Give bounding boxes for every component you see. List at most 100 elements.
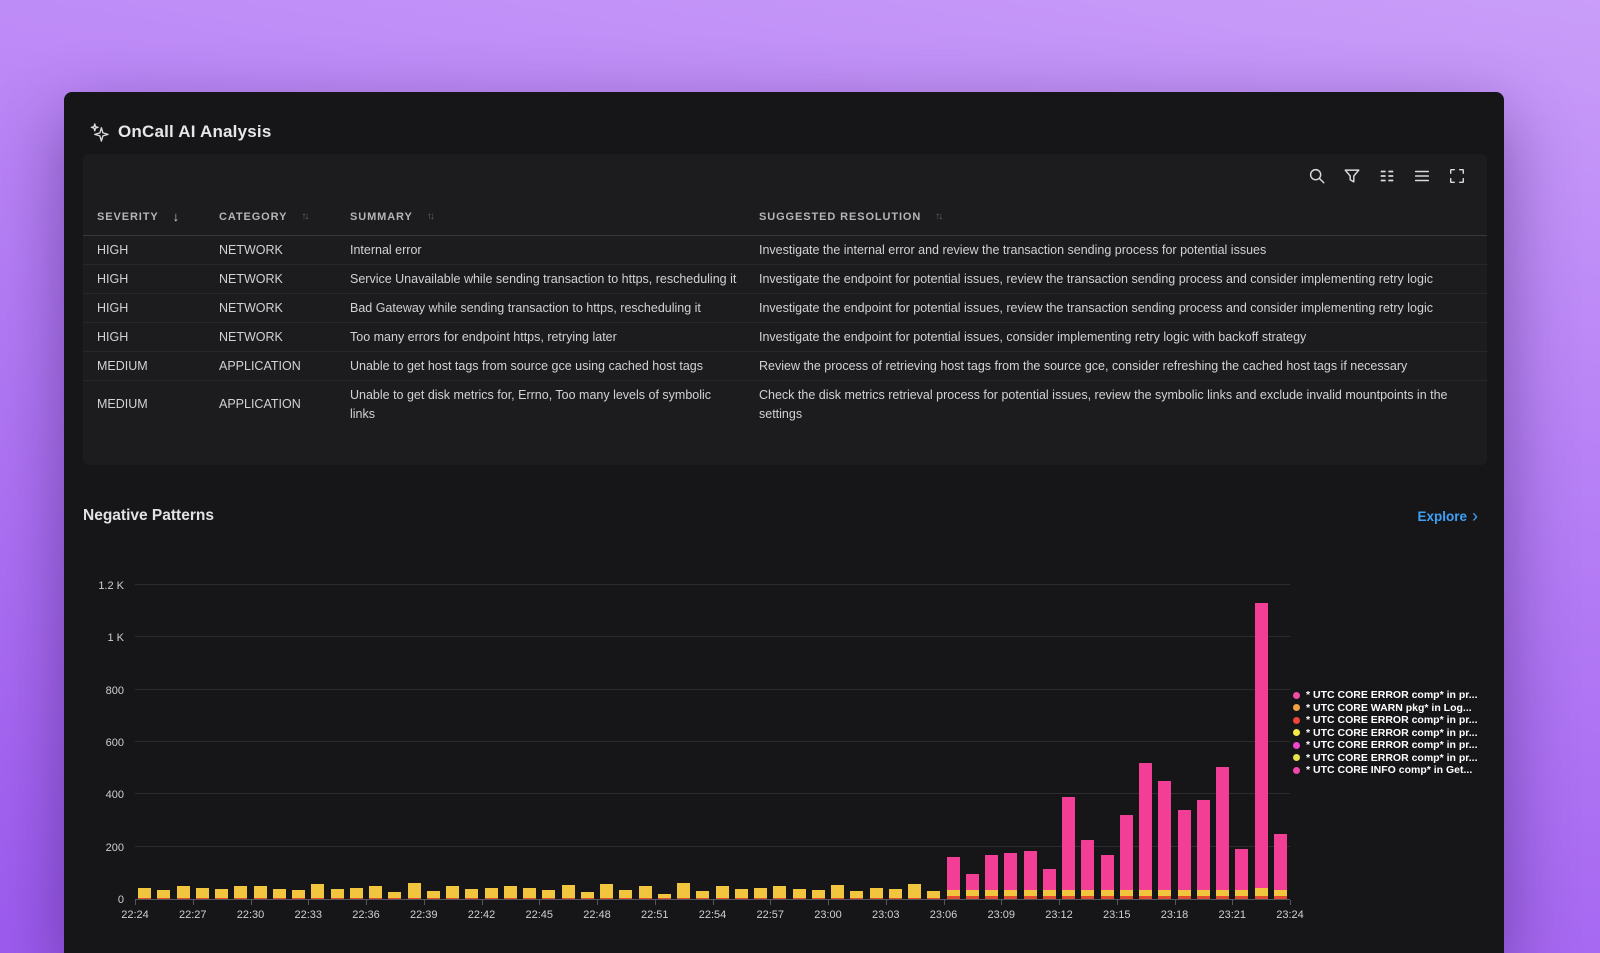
bar-23:17[interactable] [1158, 781, 1171, 899]
bar-23:01[interactable] [850, 891, 863, 899]
bar-22:50[interactable] [639, 886, 652, 899]
bar-segment-warn-yellow [254, 886, 267, 898]
bar-22:58[interactable] [793, 889, 806, 899]
table-row[interactable]: HIGHNETWORKToo many errors for endpoint … [83, 323, 1487, 352]
search-icon[interactable] [1307, 166, 1327, 186]
bar-23:02[interactable] [870, 888, 883, 899]
bar-22:59[interactable] [812, 890, 825, 899]
column-header-severity[interactable]: SEVERITY↓ [97, 209, 219, 224]
bar-23:16[interactable] [1139, 763, 1152, 899]
bar-segment-error-red [1274, 896, 1287, 899]
negative-patterns-chart: * UTC CORE ERROR comp* in pr...* UTC COR… [64, 586, 1504, 946]
category-cell: NETWORK [219, 323, 350, 351]
table-row[interactable]: HIGHNETWORKInternal errorInvestigate the… [83, 236, 1487, 265]
bar-23:04[interactable] [908, 884, 921, 899]
bar-22:24[interactable] [138, 888, 151, 899]
bar-22:33[interactable] [311, 884, 324, 899]
bar-22:34[interactable] [331, 889, 344, 899]
column-header-summary[interactable]: SUMMARY↑↓ [350, 211, 759, 223]
bar-23:12[interactable] [1062, 797, 1075, 899]
bar-segment-warn-yellow [1197, 890, 1210, 897]
bar-22:41[interactable] [465, 889, 478, 899]
bar-22:28[interactable] [215, 889, 228, 899]
bar-segment-warn-yellow [581, 892, 594, 898]
bar-22:44[interactable] [523, 888, 536, 899]
bar-22:54[interactable] [716, 886, 729, 899]
bar-23:08[interactable] [985, 855, 998, 899]
bar-22:53[interactable] [696, 891, 709, 899]
bar-22:47[interactable] [581, 892, 594, 899]
bar-23:21[interactable] [1235, 849, 1248, 899]
bar-23:15[interactable] [1120, 815, 1133, 899]
legend-item[interactable]: * UTC CORE ERROR comp* in pr... [1293, 689, 1478, 702]
table-row[interactable]: HIGHNETWORKBad Gateway while sending tra… [83, 294, 1487, 323]
bar-22:43[interactable] [504, 886, 517, 899]
bar-segment-warn-yellow [1120, 890, 1133, 897]
bar-22:48[interactable] [600, 884, 613, 899]
bar-23:00[interactable] [831, 885, 844, 899]
filter-icon[interactable] [1342, 166, 1362, 186]
bar-22:39[interactable] [427, 891, 440, 899]
bar-23:23[interactable] [1274, 834, 1287, 899]
table-row[interactable]: HIGHNETWORKService Unavailable while sen… [83, 265, 1487, 294]
legend-item[interactable]: * UTC CORE INFO comp* in Get... [1293, 764, 1478, 777]
bar-23:13[interactable] [1081, 840, 1094, 899]
bar-22:30[interactable] [254, 886, 267, 899]
bar-22:35[interactable] [350, 888, 363, 899]
bar-23:06[interactable] [947, 857, 960, 899]
table-row[interactable]: MEDIUMAPPLICATIONUnable to get host tags… [83, 352, 1487, 381]
bar-22:55[interactable] [735, 889, 748, 899]
bar-segment-error-red [1101, 896, 1114, 899]
explore-link[interactable]: Explore › [1417, 509, 1478, 524]
bar-22:25[interactable] [157, 890, 170, 899]
category-cell: NETWORK [219, 236, 350, 264]
legend-item[interactable]: * UTC CORE WARN pkg* in Log... [1293, 702, 1478, 715]
bar-23:20[interactable] [1216, 767, 1229, 899]
table-row[interactable]: MEDIUMAPPLICATIONUnable to get disk metr… [83, 381, 1487, 428]
legend-item[interactable]: * UTC CORE ERROR comp* in pr... [1293, 739, 1478, 752]
bar-22:49[interactable] [619, 890, 632, 899]
bar-22:26[interactable] [177, 886, 190, 899]
legend-label: * UTC CORE WARN pkg* in Log... [1306, 702, 1472, 714]
chart-legend: * UTC CORE ERROR comp* in pr...* UTC COR… [1293, 689, 1478, 777]
bar-23:05[interactable] [927, 891, 940, 899]
bar-22:40[interactable] [446, 886, 459, 899]
bar-22:52[interactable] [677, 883, 690, 899]
bar-22:29[interactable] [234, 886, 247, 899]
legend-item[interactable]: * UTC CORE ERROR comp* in pr... [1293, 752, 1478, 765]
bar-22:42[interactable] [485, 888, 498, 899]
bar-22:46[interactable] [562, 885, 575, 899]
column-header-suggested-resolution[interactable]: SUGGESTED RESOLUTION↑↓ [759, 211, 1471, 223]
menu-icon[interactable] [1412, 166, 1432, 186]
bar-23:18[interactable] [1178, 810, 1191, 899]
bar-segment-error-pink [1062, 797, 1075, 889]
bar-22:27[interactable] [196, 888, 209, 899]
fullscreen-icon[interactable] [1447, 166, 1467, 186]
column-header-category[interactable]: CATEGORY↑↓ [219, 211, 350, 223]
bar-22:37[interactable] [388, 892, 401, 899]
bar-22:51[interactable] [658, 894, 671, 899]
bar-23:19[interactable] [1197, 800, 1210, 899]
x-axis-tick [1001, 900, 1002, 905]
bar-segment-warn-yellow [1024, 890, 1037, 897]
bar-23:03[interactable] [889, 889, 902, 899]
bar-22:32[interactable] [292, 890, 305, 899]
columns-icon[interactable] [1377, 166, 1397, 186]
legend-dot [1293, 717, 1300, 724]
bar-segment-warn-yellow [388, 892, 401, 898]
bar-22:45[interactable] [542, 890, 555, 899]
legend-item[interactable]: * UTC CORE ERROR comp* in pr... [1293, 727, 1478, 740]
bar-23:11[interactable] [1043, 869, 1056, 899]
bar-22:56[interactable] [754, 888, 767, 899]
bar-23:10[interactable] [1024, 851, 1037, 899]
bar-23:07[interactable] [966, 874, 979, 899]
bar-23:09[interactable] [1004, 853, 1017, 899]
bar-23:22[interactable] [1255, 603, 1268, 899]
bar-22:57[interactable] [773, 886, 786, 899]
bar-segment-error-red [677, 898, 690, 899]
bar-22:31[interactable] [273, 889, 286, 899]
bar-22:38[interactable] [408, 883, 421, 899]
bar-22:36[interactable] [369, 886, 382, 899]
legend-item[interactable]: * UTC CORE ERROR comp* in pr... [1293, 714, 1478, 727]
bar-23:14[interactable] [1101, 855, 1114, 899]
